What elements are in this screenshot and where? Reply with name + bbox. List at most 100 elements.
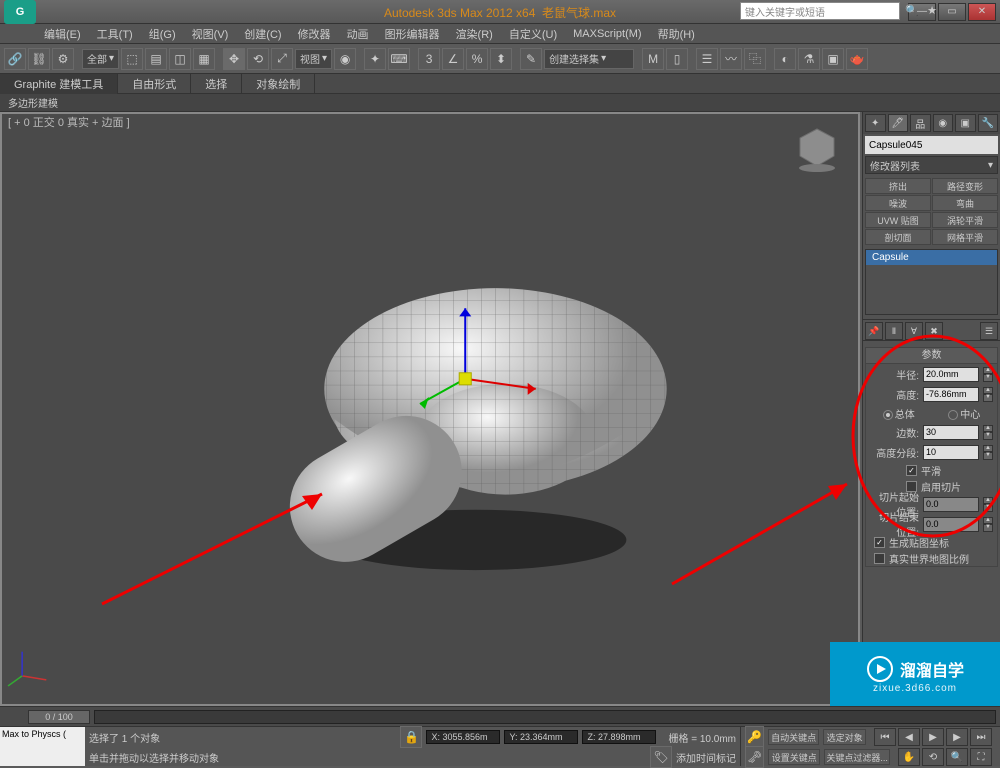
time-ruler[interactable] [94,710,996,724]
time-tag-icon[interactable]: 🏷 [650,746,672,768]
restore-button[interactable]: ▭ [938,3,966,21]
nav-orbit-icon[interactable]: ⟲ [922,748,944,766]
move-icon[interactable]: ✥ [223,48,245,70]
center-radio[interactable]: 中心 [948,406,980,421]
tab-display[interactable]: ▣ [955,114,976,132]
prev-frame-icon[interactable]: ◀ [898,728,920,746]
link-icon[interactable]: 🔗 [4,48,26,70]
menu-create[interactable]: 创建(C) [236,25,289,43]
mod-turbosmooth[interactable]: 涡轮平滑 [932,212,998,228]
mod-uvw[interactable]: UVW 贴图 [865,212,931,228]
coord-y[interactable]: Y: 23.364mm [504,730,578,744]
modifier-stack[interactable]: Capsule [865,249,998,315]
tab-modify[interactable]: 🖊 [888,114,909,132]
select-region-icon[interactable]: ◫ [169,48,191,70]
close-button[interactable]: ✕ [968,3,996,21]
viewcube[interactable] [792,124,842,174]
lock-icon[interactable]: 🔒 [400,726,422,748]
ribbon-tab-selection[interactable]: 选择 [191,74,242,94]
time-slider[interactable]: 0 / 100 [28,710,90,724]
schematic-icon[interactable]: ⿻ [744,48,766,70]
mod-extrude[interactable]: 挤出 [865,178,931,194]
menu-modifiers[interactable]: 修改器 [290,25,339,43]
search-icon[interactable]: 🔍 [904,2,920,18]
stack-config-icon[interactable]: ☰ [980,322,998,340]
keyboard-icon[interactable]: ⌨ [388,48,410,70]
add-time-tag[interactable]: 添加时间标记 [676,750,736,765]
menu-customize[interactable]: 自定义(U) [501,25,565,43]
hsegs-spinner[interactable]: 10 [923,445,979,460]
menu-view[interactable]: 视图(V) [184,25,237,43]
ribbon-tab-graphite[interactable]: Graphite 建模工具 [0,74,118,94]
mod-pathdeform[interactable]: 路径变形 [932,178,998,194]
radius-spinner[interactable]: 20.0mm [923,367,979,382]
mirror-icon[interactable]: M [642,48,664,70]
ref-coord[interactable]: 视图 ▾ [295,49,332,69]
menu-render[interactable]: 渲染(R) [448,25,501,43]
keyfilter-button[interactable]: 关键点过滤器... [824,749,890,765]
stack-show-icon[interactable]: Ⅱ [885,322,903,340]
material-icon[interactable]: ◐ [774,48,796,70]
nav-pan-icon[interactable]: ✋ [898,748,920,766]
autokey-button[interactable]: 自动关键点 [768,729,819,745]
script-listener[interactable]: Max to Physcs ( [0,727,85,766]
stack-remove-icon[interactable]: ✖ [925,322,943,340]
curve-editor-icon[interactable]: 〰 [720,48,742,70]
rotate-icon[interactable]: ⟲ [247,48,269,70]
stack-unique-icon[interactable]: ∀ [905,322,923,340]
tab-utilities[interactable]: 🔧 [978,114,999,132]
select-name-icon[interactable]: ▤ [145,48,167,70]
play-icon[interactable]: ▶ [922,728,944,746]
coord-x[interactable]: X: 3055.856m [426,730,500,744]
snap-icon[interactable]: 3 [418,48,440,70]
sides-spinner[interactable]: 30 [923,425,979,440]
object-name-field[interactable]: Capsule045 [865,136,998,154]
goto-start-icon[interactable]: ⏮ [874,728,896,746]
bind-icon[interactable]: ⚙ [52,48,74,70]
selection-filter[interactable]: 全部 ▾ [82,49,119,69]
goto-end-icon[interactable]: ⏭ [970,728,992,746]
mod-noise[interactable]: 噪波 [865,195,931,211]
viewport[interactable] [0,112,860,706]
pivot-icon[interactable]: ◉ [334,48,356,70]
mod-meshsmooth[interactable]: 网格平滑 [932,229,998,245]
align-icon[interactable]: ▯ [666,48,688,70]
window-crossing-icon[interactable]: ▦ [193,48,215,70]
render-icon[interactable]: 🫖 [846,48,868,70]
render-frame-icon[interactable]: ▣ [822,48,844,70]
percent-snap-icon[interactable]: % [466,48,488,70]
smooth-checkbox[interactable]: ✓ [906,465,917,476]
nav-max-icon[interactable]: ⛶ [970,748,992,766]
menu-maxscript[interactable]: MAXScript(M) [565,25,649,43]
overall-radio[interactable]: 总体 [883,406,915,421]
menu-edit[interactable]: 编辑(E) [36,25,89,43]
viewport-label[interactable]: [ + 0 正交 0 真实 + 边面 ] [8,114,130,130]
realworld-checkbox[interactable] [874,553,885,564]
ribbon-tab-freeform[interactable]: 自由形式 [118,74,191,94]
menu-group[interactable]: 组(G) [141,25,184,43]
menu-grapheditors[interactable]: 图形编辑器 [377,25,448,43]
nav-zoom-icon[interactable]: 🔍 [946,748,968,766]
ribbon-tab-paint[interactable]: 对象绘制 [242,74,315,94]
unlink-icon[interactable]: ⛓ [28,48,50,70]
help-icon[interactable]: ★ [924,2,940,18]
setkey-button[interactable]: 设置关键点 [768,749,820,765]
help-search[interactable]: 键入关键字或短语 [740,2,900,20]
layers-icon[interactable]: ☰ [696,48,718,70]
hsegs-spin-buttons[interactable]: ▲▼ [983,445,993,460]
named-sel-icon[interactable]: ✎ [520,48,542,70]
mod-bend[interactable]: 弯曲 [932,195,998,211]
height-spin-buttons[interactable]: ▲▼ [983,387,993,402]
tab-create[interactable]: ✦ [865,114,886,132]
tab-motion[interactable]: ◉ [933,114,954,132]
height-spinner[interactable]: -76.86mm [923,387,979,402]
scale-icon[interactable]: ⤢ [271,48,293,70]
manip-icon[interactable]: ✦ [364,48,386,70]
coord-z[interactable]: Z: 27.898mm [582,730,656,744]
stack-capsule[interactable]: Capsule [866,250,997,265]
tab-hierarchy[interactable]: 品 [910,114,931,132]
radius-spin-buttons[interactable]: ▲▼ [983,367,993,382]
selset-button[interactable]: 选定对象 [823,729,866,745]
stack-pin-icon[interactable]: 📌 [865,322,883,340]
rollout-header[interactable]: 参数 [866,348,997,364]
